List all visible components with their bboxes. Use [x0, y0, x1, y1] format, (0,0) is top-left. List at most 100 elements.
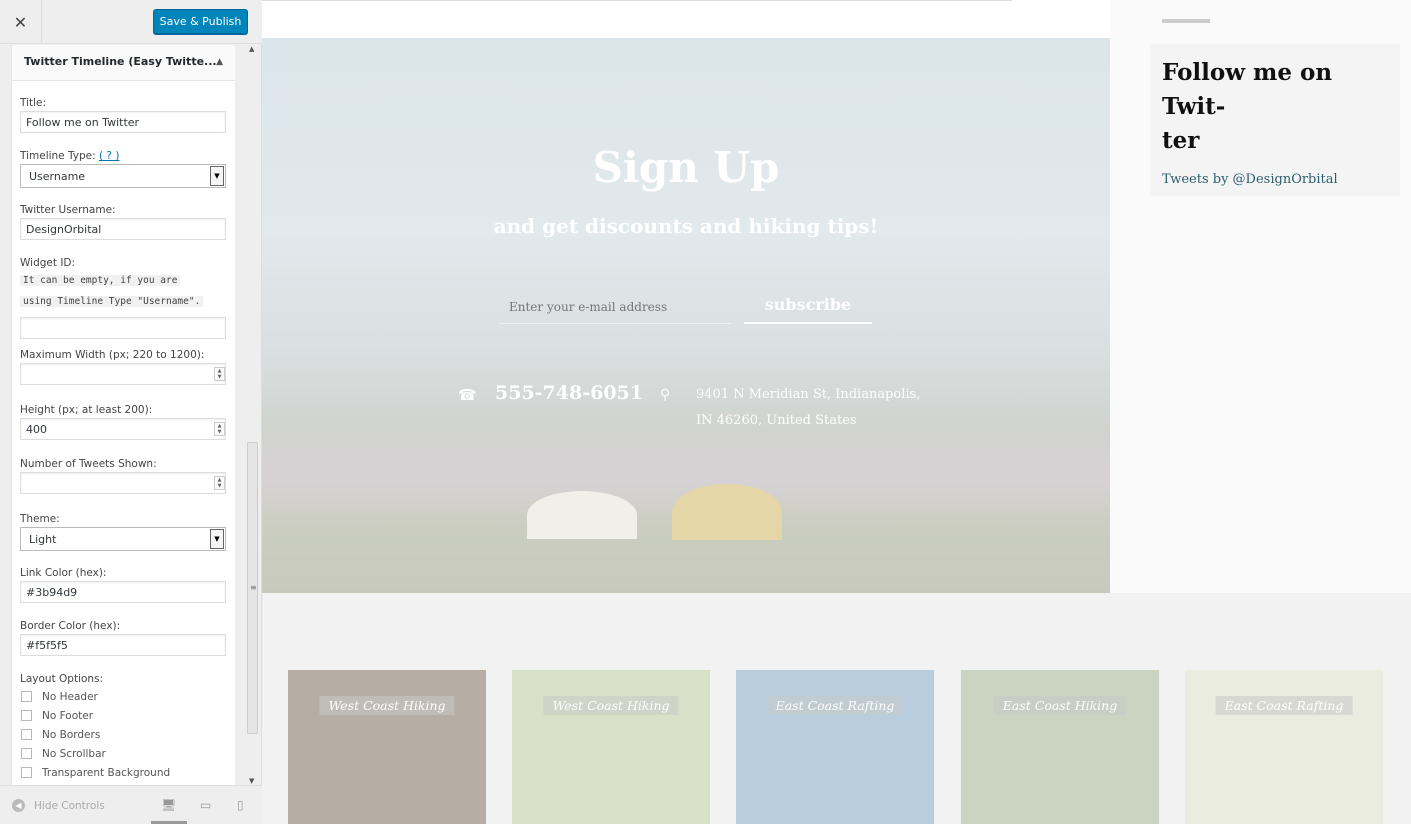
mobile-icon[interactable]: ▯ — [237, 798, 244, 812]
border-color-field-group: Border Color (hex): — [20, 620, 230, 656]
checkbox[interactable] — [21, 729, 32, 740]
height-input[interactable] — [20, 418, 226, 440]
tablet-icon[interactable]: ▭ — [200, 798, 211, 812]
phone-number: 555-748-6051 — [495, 382, 643, 404]
tour-card[interactable]: East Coast Hiking — [961, 670, 1159, 824]
scroll-up-icon[interactable]: ▲ — [249, 45, 254, 53]
twitter-title-line2: ter — [1162, 127, 1200, 154]
widget-id-note-line1: It can be empty, if you are — [20, 275, 181, 286]
layout-option-label: No Borders — [42, 728, 101, 741]
card-overlay — [512, 670, 710, 824]
tweets-shown-label: Number of Tweets Shown: — [20, 458, 157, 470]
hide-controls-button[interactable]: ◀ Hide Controls — [12, 799, 105, 812]
layout-options-label: Layout Options: — [20, 673, 104, 685]
widget-id-label: Widget ID: — [20, 257, 76, 269]
arrow-left-icon: ◀ — [12, 799, 25, 812]
desktop-icon[interactable]: 🖥 — [161, 798, 176, 812]
layout-option-no-scrollbar[interactable]: No Scrollbar — [20, 744, 230, 763]
max-width-input[interactable] — [20, 363, 226, 385]
hero-title: Sign Up — [592, 143, 780, 192]
title-input[interactable] — [20, 111, 226, 133]
close-icon[interactable]: ✕ — [0, 0, 42, 44]
title-field-group: Title: — [20, 97, 230, 133]
twitter-title-line1: Follow me on Twit- — [1162, 59, 1333, 120]
phone-icon: ☎ — [458, 386, 477, 404]
signup-hero: Sign Up and get discounts and hiking tip… — [262, 38, 1110, 593]
widget-id-note-line2: using Timeline Type "Username". — [20, 296, 204, 307]
layout-option-transparent-background[interactable]: Transparent Background — [20, 763, 230, 782]
grip-icon: ≡ — [250, 583, 257, 592]
border-color-label: Border Color (hex): — [20, 620, 121, 632]
layout-options-group: Layout Options: No Header No Footer No B… — [20, 673, 230, 782]
card-overlay — [736, 670, 934, 824]
height-field-group: Height (px; at least 200): ▲▼ — [20, 404, 230, 440]
tour-card-label: West Coast Hiking — [543, 696, 679, 715]
checkbox[interactable] — [21, 710, 32, 721]
twitter-widget-title: Follow me on Twit- ter — [1162, 56, 1388, 158]
twitter-widget: Follow me on Twit- ter Tweets by @Design… — [1150, 44, 1400, 196]
title-label: Title: — [20, 97, 47, 109]
max-width-label: Maximum Width (px; 220 to 1200): — [20, 349, 205, 361]
link-color-label: Link Color (hex): — [20, 567, 107, 579]
tweets-shown-field-group: Number of Tweets Shown: ▲ ▼ — [20, 458, 230, 494]
checkbox[interactable] — [21, 767, 32, 778]
layout-option-label: No Footer — [42, 709, 94, 722]
spinner-arrows-icon[interactable]: ▲ ▼ — [214, 367, 225, 381]
timeline-type-select[interactable]: Username ▼ — [20, 164, 226, 188]
spinner-arrows-icon[interactable]: ▲ ▼ — [214, 422, 225, 436]
widget-id-field-group: Widget ID: It can be empty, if you are u… — [20, 257, 230, 339]
link-color-input[interactable] — [20, 581, 226, 603]
card-overlay — [1185, 670, 1383, 824]
tours-section: West Coast Hiking West Coast Hiking East… — [262, 593, 1411, 824]
theme-label: Theme: — [20, 513, 60, 525]
widget-form-panel: Twitter Timeline (Easy Twitte... ▲ Title… — [11, 45, 235, 785]
scroll-down-icon[interactable]: ▼ — [249, 777, 254, 785]
widget-title-bar[interactable]: Twitter Timeline (Easy Twitte... ▲ — [12, 45, 235, 81]
tour-card[interactable]: East Coast Rafting — [1185, 670, 1383, 824]
username-input[interactable] — [20, 218, 226, 240]
checkbox[interactable] — [21, 691, 32, 702]
tweets-shown-input[interactable] — [20, 472, 226, 494]
username-label: Twitter Username: — [20, 204, 116, 216]
site-preview: Sign Up and get discounts and hiking tip… — [262, 0, 1411, 824]
email-input[interactable] — [499, 290, 731, 324]
layout-option-no-borders[interactable]: No Borders — [20, 725, 230, 744]
subscribe-button[interactable]: subscribe — [744, 286, 872, 324]
layout-option-no-footer[interactable]: No Footer — [20, 706, 230, 725]
chevron-down-icon[interactable]: ▼ — [210, 166, 224, 186]
max-width-field-group: Maximum Width (px; 220 to 1200): ▲ ▼ — [20, 349, 230, 385]
tour-card[interactable]: West Coast Hiking — [512, 670, 710, 824]
divider — [1162, 19, 1210, 23]
chevron-down-icon[interactable]: ▼ — [210, 529, 224, 549]
widget-title: Twitter Timeline (Easy Twitte... — [24, 55, 217, 68]
layout-option-label: No Scrollbar — [42, 747, 106, 760]
timeline-type-group: Timeline Type: ( ? ) Username ▼ — [20, 150, 230, 188]
tour-card[interactable]: East Coast Rafting — [736, 670, 934, 824]
theme-select[interactable]: Light ▼ — [20, 527, 226, 551]
panel-scrollbar[interactable]: ▲ ≡ ▼ — [246, 45, 259, 785]
timeline-type-help-link[interactable]: ( ? ) — [99, 150, 119, 162]
username-field-group: Twitter Username: — [20, 204, 230, 240]
customizer-sidebar: ✕ Save & Publish Twitter Timeline (Easy … — [0, 0, 262, 824]
divider — [262, 0, 1012, 1]
height-label: Height (px; at least 200): — [20, 404, 153, 416]
widget-id-input[interactable] — [20, 317, 226, 339]
timeline-type-label-text: Timeline Type: — [20, 150, 96, 162]
timeline-type-value: Username — [29, 170, 86, 183]
tour-card[interactable]: West Coast Hiking — [288, 670, 486, 824]
spinner-arrows-icon[interactable]: ▲ ▼ — [214, 476, 225, 490]
customizer-footer: ◀ Hide Controls 🖥 ▭ ▯ — [0, 785, 262, 824]
scrollbar-thumb[interactable]: ≡ — [247, 442, 258, 734]
tour-card-label: East Coast Hiking — [993, 696, 1127, 715]
checkbox[interactable] — [21, 748, 32, 759]
card-overlay — [288, 670, 486, 824]
tweets-by-link[interactable]: Tweets by @DesignOrbital — [1162, 172, 1388, 187]
address-line2: IN 46260, United States — [696, 413, 857, 428]
border-color-input[interactable] — [20, 634, 226, 656]
save-publish-button[interactable]: Save & Publish — [153, 9, 248, 34]
layout-option-label: No Header — [42, 690, 98, 703]
triangle-up-icon[interactable]: ▲ — [216, 57, 223, 67]
layout-option-no-header[interactable]: No Header — [20, 687, 230, 706]
hide-controls-label: Hide Controls — [34, 799, 105, 812]
customizer-header: ✕ Save & Publish — [0, 0, 262, 44]
